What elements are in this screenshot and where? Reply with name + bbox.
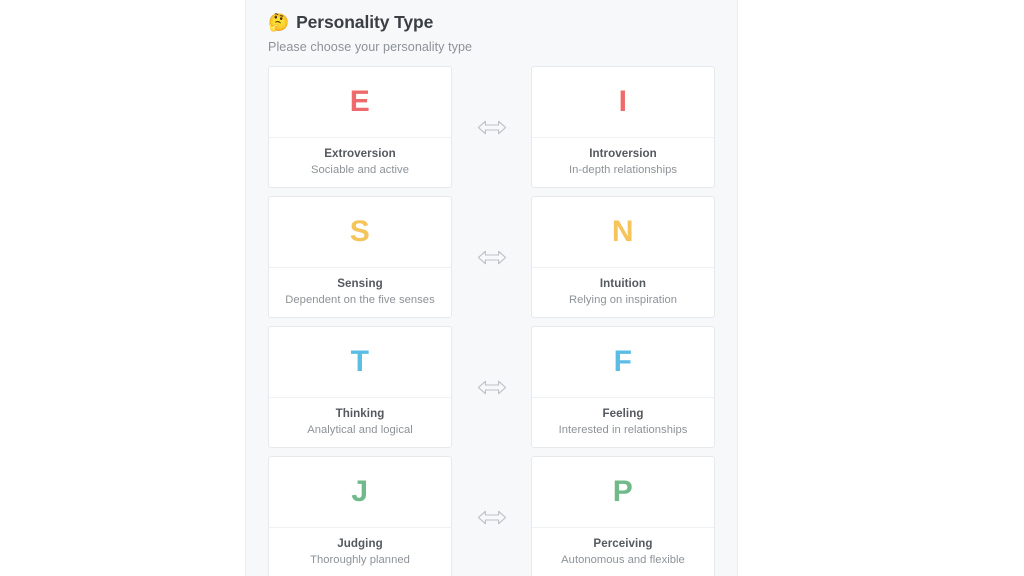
personality-option-card[interactable]: I Introversion In-depth relationships [531,66,715,188]
personality-option-card[interactable]: S Sensing Dependent on the five senses [268,196,452,318]
personality-description: Thoroughly planned [310,554,410,566]
personality-pair-row: J Judging Thoroughly planned P Perceiving Aut… [268,456,715,576]
personality-title: Introversion [589,147,657,160]
personality-option-card[interactable]: E Extroversion Sociable and active [268,66,452,188]
personality-description: Analytical and logical [307,424,413,436]
personality-title: Intuition [599,277,647,290]
personality-description: Dependent on the five senses [285,294,435,306]
personality-description: In-depth relationships [568,164,678,176]
personality-option-card[interactable]: J Judging Thoroughly planned [268,456,452,576]
card-letter-area: S [269,197,451,268]
personality-letter: S [349,215,371,248]
card-letter-area: I [532,67,714,138]
personality-pair-list: E Extroversion Sociable and active I Introve… [268,66,715,576]
card-letter-area: P [532,457,714,528]
personality-letter: T [350,345,370,378]
page-subtitle: Please choose your personality type [268,40,473,54]
card-text-area: Extroversion Sociable and active [269,138,451,187]
personality-description: Autonomous and flexible [561,554,685,566]
card-letter-area: N [532,197,714,268]
left-right-arrow-icon [453,66,530,188]
personality-title: Thinking [335,407,385,420]
page-title-text: Personality Type [296,12,434,32]
personality-letter: J [351,475,369,508]
card-letter-area: T [269,327,451,398]
personality-title: Extroversion [324,147,396,160]
personality-description: Relying on inspiration [568,294,678,306]
personality-letter: F [613,345,633,378]
card-text-area: Sensing Dependent on the five senses [269,268,451,317]
personality-option-card[interactable]: N Intuition Relying on inspiration [531,196,715,318]
card-text-area: Thinking Analytical and logical [269,398,451,447]
survey-panel: 🤔 Personality Type Please choose your pe… [245,0,738,576]
personality-option-card[interactable]: F Feeling Interested in relationships [531,326,715,448]
left-right-arrow-icon [453,456,530,576]
personality-title: Sensing [337,277,383,290]
page-title: 🤔 Personality Type [268,12,715,33]
left-right-arrow-icon [453,326,530,448]
personality-letter: N [611,215,635,248]
card-text-area: Perceiving Autonomous and flexible [532,528,714,576]
card-text-area: Intuition Relying on inspiration [532,268,714,317]
personality-type-page: 🤔 Personality Type Please choose your pe… [0,0,1024,576]
card-letter-area: J [269,457,451,528]
card-text-area: Judging Thoroughly planned [269,528,451,576]
personality-option-card[interactable]: P Perceiving Autonomous and flexible [531,456,715,576]
personality-letter: P [612,475,634,508]
personality-letter: I [618,85,628,118]
personality-pair-row: S Sensing Dependent on the five senses N Int… [268,196,715,318]
card-text-area: Feeling Interested in relationships [532,398,714,447]
personality-description: Interested in relationships [558,424,688,436]
card-letter-area: F [532,327,714,398]
personality-title: Perceiving [593,537,653,550]
card-text-area: Introversion In-depth relationships [532,138,714,187]
thinking-face-icon: 🤔 [268,13,290,32]
personality-description: Sociable and active [311,164,409,176]
personality-pair-row: T Thinking Analytical and logical F Feeling I… [268,326,715,448]
personality-title: Feeling [602,407,644,420]
personality-option-card[interactable]: T Thinking Analytical and logical [268,326,452,448]
personality-title: Judging [337,537,383,550]
card-letter-area: E [269,67,451,138]
left-right-arrow-icon [453,196,530,318]
personality-letter: E [349,85,371,118]
personality-pair-row: E Extroversion Sociable and active I Introve… [268,66,715,188]
